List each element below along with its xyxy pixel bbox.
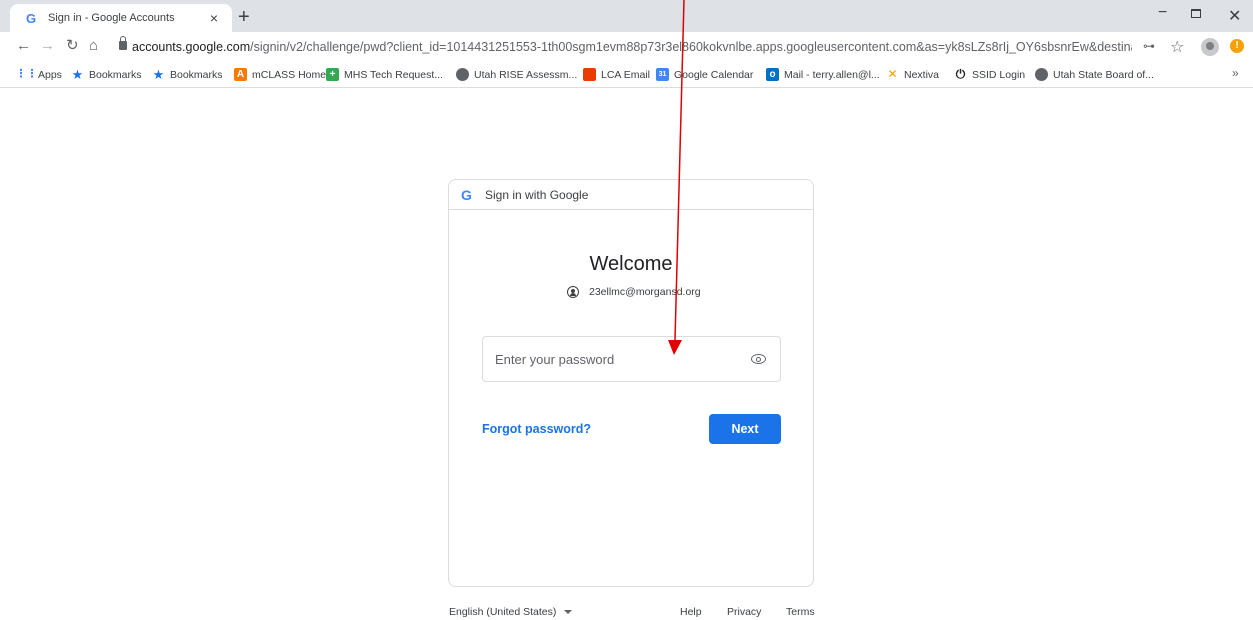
address-bar[interactable]: accounts.google.com/signin/v2/challenge/… [132,40,1132,54]
office-icon [583,68,596,81]
update-alert-icon[interactable]: ! [1230,39,1244,53]
bookmark-label: MHS Tech Request... [344,68,444,81]
bookmark-label: Bookmarks [89,68,142,81]
minimize-icon[interactable]: − [1158,4,1167,22]
maximize-icon[interactable] [1191,9,1201,18]
account-circle-icon [567,286,579,298]
plus-box-icon: + [326,68,339,81]
terms-link[interactable]: Terms [786,606,815,618]
chevron-down-icon [564,610,573,614]
apps-grid-icon: ⋮⋮ [15,68,38,81]
bookmark-ssid-login[interactable]: ⏻ SSID Login [954,68,1025,81]
star-icon: ★ [152,67,165,82]
key-icon[interactable]: ⊶ [1143,39,1155,53]
bookmark-label: Nextiva [904,68,940,81]
card-header: G Sign in with Google [449,180,813,210]
bookmark-utah-state-board[interactable]: Utah State Board of... [1035,68,1154,81]
help-link[interactable]: Help [680,606,702,618]
mclass-icon: A [234,68,247,81]
privacy-link[interactable]: Privacy [727,606,761,618]
nextiva-icon: ✕ [887,67,898,81]
card-header-title: Sign in with Google [485,187,589,202]
bookmark-star-icon[interactable]: ☆ [1170,37,1184,57]
signin-card: G Sign in with Google Welcome 23ellmc@mo… [448,179,814,587]
password-input[interactable] [495,351,735,367]
next-button[interactable]: Next [709,414,781,444]
tab-title: Sign in - Google Accounts [48,12,175,24]
bookmarks-bar: ⋮⋮ Apps ★ Bookmarks ★ Bookmarks A mCLASS… [0,62,1253,88]
bookmark-apps[interactable]: ⋮⋮ Apps [15,68,62,81]
bookmark-label: LCA Email [601,68,651,81]
welcome-heading: Welcome [589,253,673,275]
bookmark-label: Utah State Board of... [1053,68,1154,81]
home-icon[interactable]: ⌂ [89,38,98,54]
annotation-arrow [668,0,685,355]
google-g-icon: G [25,10,37,26]
bookmark-mhs-tech[interactable]: + MHS Tech Request... [326,68,443,81]
url-path: /signin/v2/challenge/pwd?client_id=10144… [250,40,1132,54]
new-tab-button[interactable]: + [238,7,250,27]
bookmark-label: SSID Login [972,68,1026,81]
language-selector[interactable]: English (United States) [449,606,573,618]
forward-icon[interactable]: → [40,38,55,54]
more-bookmarks-icon[interactable]: » [1232,66,1239,80]
browser-toolbar: ← → ↻ ⌂ accounts.google.com/signin/v2/ch… [0,32,1253,62]
globe-icon [456,68,469,81]
lock-icon[interactable] [119,36,127,50]
back-icon[interactable]: ← [16,38,31,54]
bookmark-mclass[interactable]: A mCLASS Home [234,68,326,81]
reload-icon[interactable]: ↻ [66,38,79,54]
close-window-icon[interactable]: ✕ [1228,6,1241,26]
profile-avatar-icon[interactable] [1201,38,1219,56]
bookmark-mail[interactable]: o Mail - terry.allen@l... [766,68,880,81]
password-field[interactable] [482,336,781,382]
url-host: accounts.google.com [132,40,251,54]
globe-icon [1035,68,1048,81]
bookmark-nextiva[interactable]: ✕ Nextiva [886,68,939,81]
outlook-icon: o [766,68,779,81]
bookmark-label: Bookmarks [170,68,223,81]
annotation-arrow-head [668,340,682,355]
tab-strip: G Sign in - Google Accounts × + − ✕ [0,0,1253,32]
bookmark-label: Mail - terry.allen@l... [784,68,880,81]
google-g-icon: G [461,186,472,203]
browser-tab[interactable]: G Sign in - Google Accounts × [10,4,232,32]
power-icon: ⏻ [955,67,966,81]
bookmark-lca-email[interactable]: LCA Email [583,68,650,81]
forgot-password-link[interactable]: Forgot password? [482,422,591,436]
show-password-eye-icon[interactable] [751,354,766,364]
bookmark-label: Apps [38,68,62,81]
bookmark-bookmarks-2[interactable]: ★ Bookmarks [152,68,223,81]
star-icon: ★ [71,67,84,82]
language-label: English (United States) [449,606,557,618]
close-tab-icon[interactable]: × [206,10,222,26]
annotation-arrow-shaft [674,0,685,341]
bookmark-label: mCLASS Home [252,68,327,81]
bookmark-label: Utah RISE Assessm... [474,68,578,81]
bookmark-utah-rise[interactable]: Utah RISE Assessm... [456,68,577,81]
bookmark-bookmarks-1[interactable]: ★ Bookmarks [71,68,142,81]
